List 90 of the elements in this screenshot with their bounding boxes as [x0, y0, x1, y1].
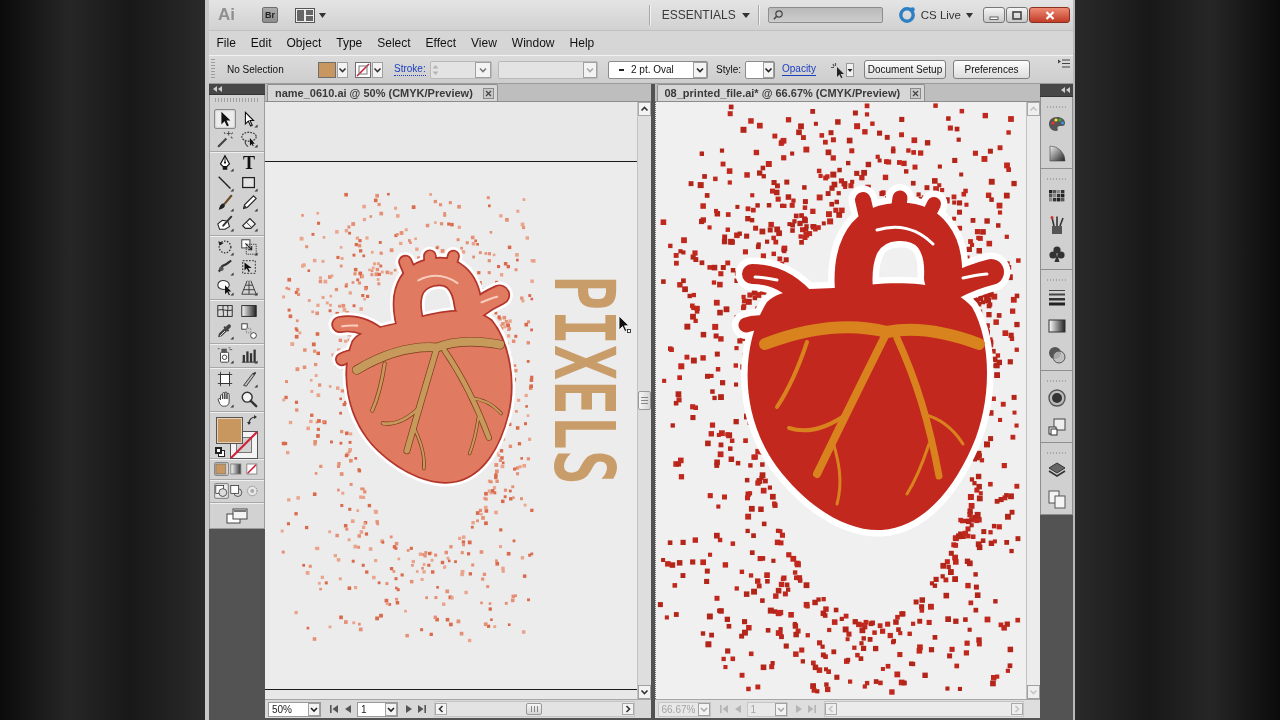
mini-squares-icon[interactable] — [215, 447, 225, 457]
skip-end-icon[interactable] — [418, 705, 426, 713]
search-icon — [772, 10, 783, 20]
slashed-square-icon[interactable] — [355, 61, 371, 78]
preferences-button[interactable]: Preferences — [953, 60, 1030, 79]
document-tab[interactable]: 08_printed_file.ai* @ 66.67% (CMYK/Preview) — [656, 84, 926, 101]
fill-color-swatch[interactable] — [216, 417, 243, 444]
cs-live-menu[interactable]: CS Live — [897, 6, 973, 24]
sparkle-arrow-icon[interactable] — [830, 61, 846, 78]
triangle-right-icon[interactable] — [406, 705, 412, 713]
page-field[interactable]: 1 — [357, 701, 398, 717]
menu-item[interactable]: Type — [328, 36, 370, 50]
stacked-screens-icon[interactable] — [226, 508, 248, 524]
minimize-button[interactable] — [983, 7, 1005, 23]
opacity-link[interactable]: Opacity — [782, 63, 816, 76]
blob-pointer-icon[interactable] — [214, 277, 236, 297]
dash-icon — [619, 68, 624, 71]
document-setup-button[interactable]: Document Setup — [864, 60, 946, 79]
caret-down-icon[interactable] — [319, 12, 326, 18]
menu-item[interactable]: Select — [369, 36, 419, 50]
chevron-left-icon[interactable] — [435, 703, 447, 715]
chevron-down-icon[interactable] — [337, 61, 348, 78]
double-triangle-left-icon[interactable] — [213, 86, 222, 92]
menu-item[interactable]: Effect — [418, 36, 464, 50]
close-button[interactable] — [1029, 7, 1070, 23]
mouse-pointer-icon — [618, 315, 631, 334]
scrollbar-thumb[interactable] — [526, 703, 543, 715]
chevron-right-icon[interactable] — [621, 703, 634, 715]
skip-start-icon[interactable] — [330, 705, 338, 713]
caret-down-icon[interactable] — [846, 62, 854, 77]
caret-down-icon[interactable] — [741, 12, 750, 18]
panel-gripper[interactable] — [211, 59, 215, 80]
maximize-button[interactable] — [1006, 7, 1028, 23]
menu-item[interactable]: Help — [562, 36, 602, 50]
close-icon — [1044, 10, 1055, 20]
menu-item[interactable]: Window — [504, 36, 563, 50]
scale-squares-icon[interactable] — [238, 237, 260, 257]
circle-over-square-icon[interactable] — [214, 483, 230, 499]
chevron-down-icon[interactable] — [308, 702, 320, 716]
arrow-pointer-icon[interactable] — [214, 109, 236, 129]
chevron-down-icon[interactable] — [637, 685, 651, 699]
app-logo: Ai — [218, 5, 235, 25]
document-tab[interactable]: name_0610.ai @ 50% (CMYK/Preview) — [267, 84, 498, 101]
skip-start-icon[interactable] — [719, 705, 728, 713]
brush-dropdown[interactable]: 2 pt. Oval — [608, 60, 708, 79]
maximize-icon — [1012, 10, 1022, 20]
caret-down-icon[interactable] — [966, 12, 973, 18]
fill-color-swatch[interactable] — [318, 61, 336, 78]
double-triangle-left-icon[interactable] — [1061, 87, 1070, 93]
panel-menu-icon[interactable] — [1058, 59, 1070, 68]
window-grid-icon[interactable] — [295, 7, 315, 23]
chevron-down-icon[interactable] — [763, 61, 774, 78]
ring-icon — [897, 6, 916, 24]
zoom-field[interactable]: 50% — [268, 701, 321, 717]
chevron-down-icon[interactable] — [385, 702, 397, 716]
search-field[interactable] — [767, 7, 883, 23]
solid-swatch-icon[interactable] — [214, 462, 230, 476]
swap-arrows-icon[interactable] — [247, 415, 258, 426]
chevron-down-icon[interactable] — [372, 61, 383, 78]
spinner-arrows-icon — [431, 62, 440, 77]
square-over-circle-icon[interactable] — [229, 483, 245, 499]
artwork-text: PIXELS — [551, 275, 616, 485]
chevron-down-icon[interactable] — [693, 61, 707, 78]
menu-item[interactable]: Object — [279, 36, 329, 50]
style-label: Style: — [716, 64, 741, 75]
menu-item[interactable]: File — [209, 36, 244, 50]
scrollbar-thumb[interactable] — [637, 391, 651, 410]
triangle-left-icon[interactable] — [345, 705, 351, 713]
menu-item[interactable]: Edit — [243, 36, 280, 50]
lasso-icon[interactable] — [238, 129, 260, 149]
slashed-swatch-icon[interactable] — [244, 462, 260, 476]
stacked-pages-icon[interactable] — [1046, 488, 1067, 509]
panel-gripper[interactable] — [215, 98, 259, 102]
close-icon[interactable] — [482, 87, 494, 99]
menu-item[interactable]: View — [463, 36, 505, 50]
dotted-circle-icon[interactable] — [244, 483, 260, 499]
brush-blob-icon[interactable] — [214, 213, 236, 233]
selection-status: No Selection — [227, 64, 284, 75]
workspace-menu[interactable]: ESSENTIALS — [661, 8, 750, 22]
club-icon[interactable] — [1046, 243, 1067, 264]
blend-shapes-icon[interactable] — [238, 321, 260, 341]
type-tool[interactable]: T — [238, 153, 260, 173]
ring-circle-icon[interactable] — [1046, 387, 1067, 408]
chevron-up-icon[interactable] — [637, 102, 651, 116]
close-icon[interactable] — [910, 87, 922, 99]
overlapping-circles-icon[interactable] — [1046, 344, 1067, 365]
bridge-button[interactable]: Br — [262, 7, 278, 23]
overlapping-squares-icon[interactable] — [1046, 416, 1067, 437]
stroke-link[interactable]: Stroke: — [394, 63, 426, 76]
style-dropdown[interactable] — [745, 60, 775, 79]
